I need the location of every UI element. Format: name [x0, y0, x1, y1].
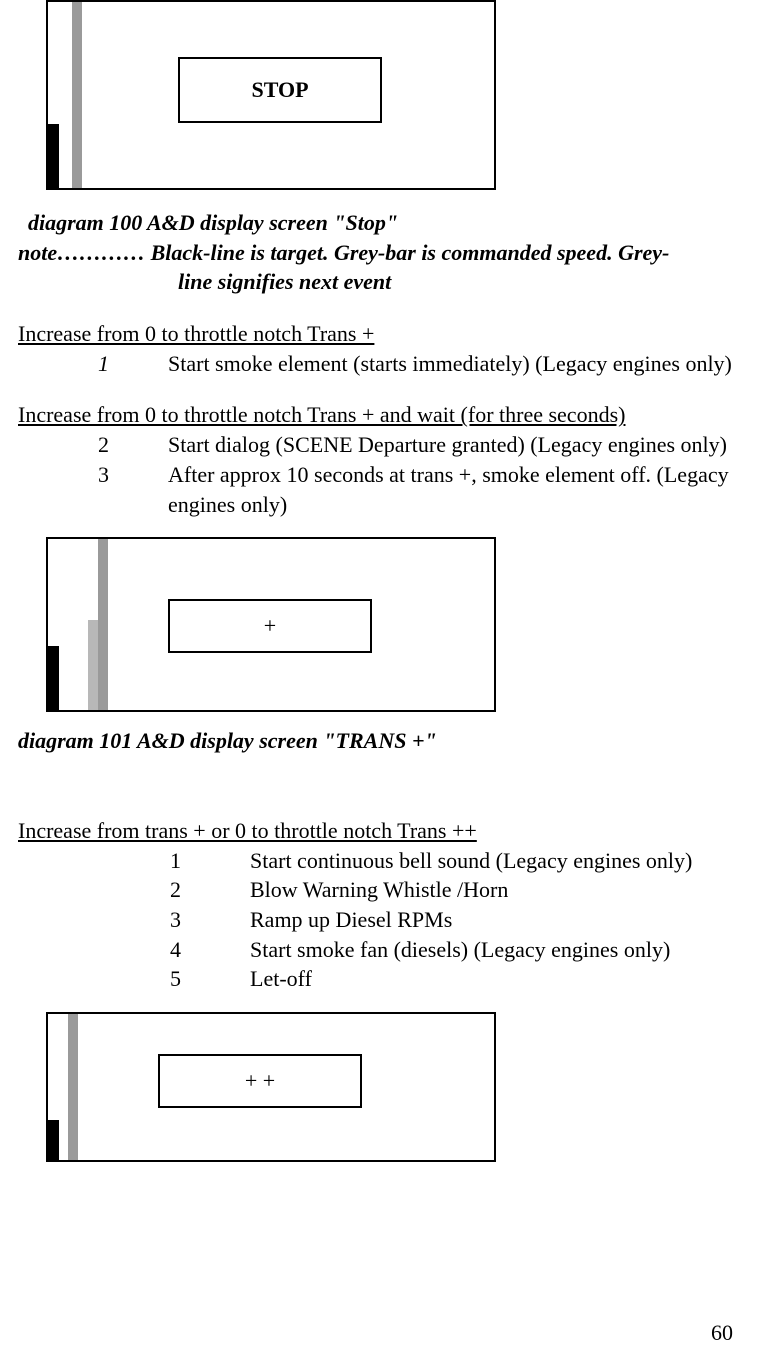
- list-item: 1 Start continuous bell sound (Legacy en…: [170, 846, 745, 876]
- list-item: 2 Blow Warning Whistle /Horn: [170, 875, 745, 905]
- list-text: Blow Warning Whistle /Horn: [250, 875, 745, 905]
- diagram-101-label: +: [264, 611, 276, 641]
- list-number: 1: [98, 349, 168, 379]
- diagram-label-box: + +: [158, 1054, 362, 1108]
- note-text-1: Black-line is target. Grey-bar is comman…: [151, 240, 670, 265]
- page-number: 60: [711, 1318, 733, 1348]
- list-text: Let-off: [250, 964, 745, 994]
- black-line-target: [48, 646, 59, 710]
- list-text: Ramp up Diesel RPMs: [250, 905, 745, 935]
- diagram-100-label: STOP: [251, 75, 308, 105]
- diagram-100-note-line2: line signifies next event: [18, 267, 745, 297]
- list-item: 3 Ramp up Diesel RPMs: [170, 905, 745, 935]
- list-number: 2: [170, 875, 250, 905]
- diagram-100-box: STOP: [46, 0, 496, 190]
- list-number: 1: [170, 846, 250, 876]
- diagram-101-box: +: [46, 537, 496, 712]
- list-number: 5: [170, 964, 250, 994]
- grey-line-indicator: [68, 1014, 78, 1160]
- section-3-list: 1 Start continuous bell sound (Legacy en…: [18, 846, 745, 994]
- note-text-2: line signifies next event: [178, 269, 391, 294]
- grey-line-indicator: [72, 2, 82, 188]
- grey-bar-indicator: [88, 620, 98, 710]
- list-number: 3: [98, 460, 168, 519]
- note-prefix: note…………: [18, 240, 145, 265]
- list-item: 2 Start dialog (SCENE Departure granted)…: [98, 430, 745, 460]
- list-text: Start dialog (SCENE Departure granted) (…: [168, 430, 745, 460]
- list-number: 2: [98, 430, 168, 460]
- diagram-102-box: + +: [46, 1012, 496, 1162]
- diagram-102-label: + +: [245, 1066, 275, 1096]
- caption-text: diagram 100 A&D display screen "Stop": [28, 210, 398, 235]
- list-text: After approx 10 seconds at trans +, smok…: [168, 460, 745, 519]
- caption-text: diagram 101 A&D display screen "TRANS +": [18, 728, 437, 753]
- list-number: 4: [170, 935, 250, 965]
- grey-line-indicator: [98, 539, 108, 710]
- diagram-100-note-line1: note………… Black-line is target. Grey-bar …: [18, 238, 745, 268]
- diagram-label-box: STOP: [178, 57, 382, 123]
- list-text: Start smoke element (starts immediately)…: [168, 349, 745, 379]
- list-text: Start smoke fan (diesels) (Legacy engine…: [250, 935, 745, 965]
- list-item: 4 Start smoke fan (diesels) (Legacy engi…: [170, 935, 745, 965]
- list-item: 3 After approx 10 seconds at trans +, sm…: [98, 460, 745, 519]
- black-line-target: [48, 124, 59, 188]
- section-1-list: 1 Start smoke element (starts immediatel…: [18, 349, 745, 379]
- diagram-101-caption: diagram 101 A&D display screen "TRANS +": [18, 726, 745, 756]
- list-number: 3: [170, 905, 250, 935]
- diagram-label-box: +: [168, 599, 372, 653]
- section-2-heading: Increase from 0 to throttle notch Trans …: [18, 400, 745, 430]
- section-2-list: 2 Start dialog (SCENE Departure granted)…: [18, 430, 745, 519]
- list-text: Start continuous bell sound (Legacy engi…: [250, 846, 745, 876]
- section-1-heading: Increase from 0 to throttle notch Trans …: [18, 319, 745, 349]
- list-item: 5 Let-off: [170, 964, 745, 994]
- diagram-100-caption: diagram 100 A&D display screen "Stop": [18, 208, 745, 238]
- list-item: 1 Start smoke element (starts immediatel…: [98, 349, 745, 379]
- black-line-target: [48, 1120, 59, 1160]
- section-3-heading: Increase from trans + or 0 to throttle n…: [18, 816, 745, 846]
